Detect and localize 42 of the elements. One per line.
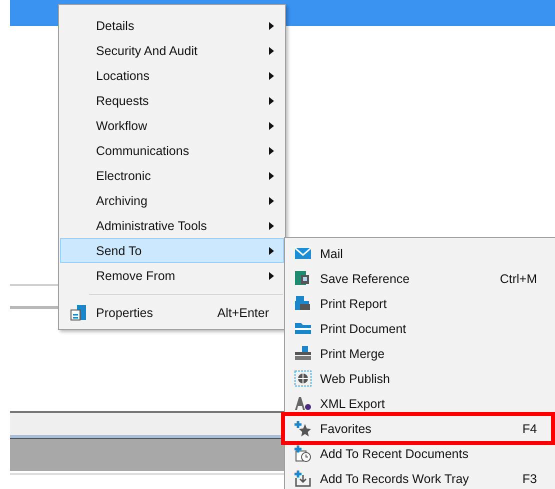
properties-icon (70, 304, 87, 321)
menu-item[interactable]: Print Document (285, 316, 551, 341)
menu-item[interactable]: Requests (60, 88, 284, 113)
menu-item[interactable]: Add To Records Work Tray F3 (285, 466, 551, 489)
menu-item[interactable]: XML Export (285, 391, 551, 416)
menu-item[interactable]: Administrative Tools (60, 213, 284, 238)
submenu-arrow-icon (269, 22, 274, 30)
folder-icon (294, 320, 312, 337)
menu-item[interactable]: Archiving (60, 188, 284, 213)
submenu-arrow-icon (269, 246, 274, 254)
font-icon (294, 395, 312, 412)
mail-icon (294, 245, 312, 262)
report-icon (294, 295, 312, 312)
clock-icon (294, 445, 312, 462)
tray-icon (294, 470, 312, 487)
submenu-arrow-icon (269, 272, 274, 280)
submenu-arrow-icon (269, 72, 274, 80)
menu-item[interactable]: Mail (285, 241, 551, 266)
submenu-arrow-icon (269, 146, 274, 154)
star-icon (294, 420, 312, 437)
menu-item[interactable]: Add To Recent Documents (285, 441, 551, 466)
menu-item[interactable]: Favorites F4 (285, 416, 551, 441)
submenu-arrow-icon (269, 172, 274, 180)
globe-icon (294, 370, 312, 387)
submenu-arrow-icon (269, 122, 274, 130)
menu-item[interactable]: Print Report (285, 291, 551, 316)
menu-item[interactable]: Locations (60, 63, 284, 88)
submenu-arrow-icon (269, 96, 274, 104)
menu-item[interactable]: Communications (60, 138, 284, 163)
submenu-arrow-icon (269, 222, 274, 230)
menu-item[interactable]: Web Publish (285, 366, 551, 391)
menu-item[interactable]: Print Merge (285, 341, 551, 366)
submenu-arrow-icon (269, 46, 274, 54)
menu-item[interactable]: Properties Alt+Enter (60, 300, 284, 325)
menu-item[interactable]: Send To (60, 238, 284, 263)
menu-item[interactable]: Electronic (60, 163, 284, 188)
menu-item[interactable]: Save Reference Ctrl+M (285, 266, 551, 291)
menu-item[interactable]: Workflow (60, 113, 284, 138)
menu-item[interactable]: Security And Audit (60, 38, 284, 63)
menu-item[interactable]: Remove From (60, 263, 284, 288)
menu-item[interactable]: Details (60, 13, 284, 38)
submenu-arrow-icon (269, 196, 274, 204)
